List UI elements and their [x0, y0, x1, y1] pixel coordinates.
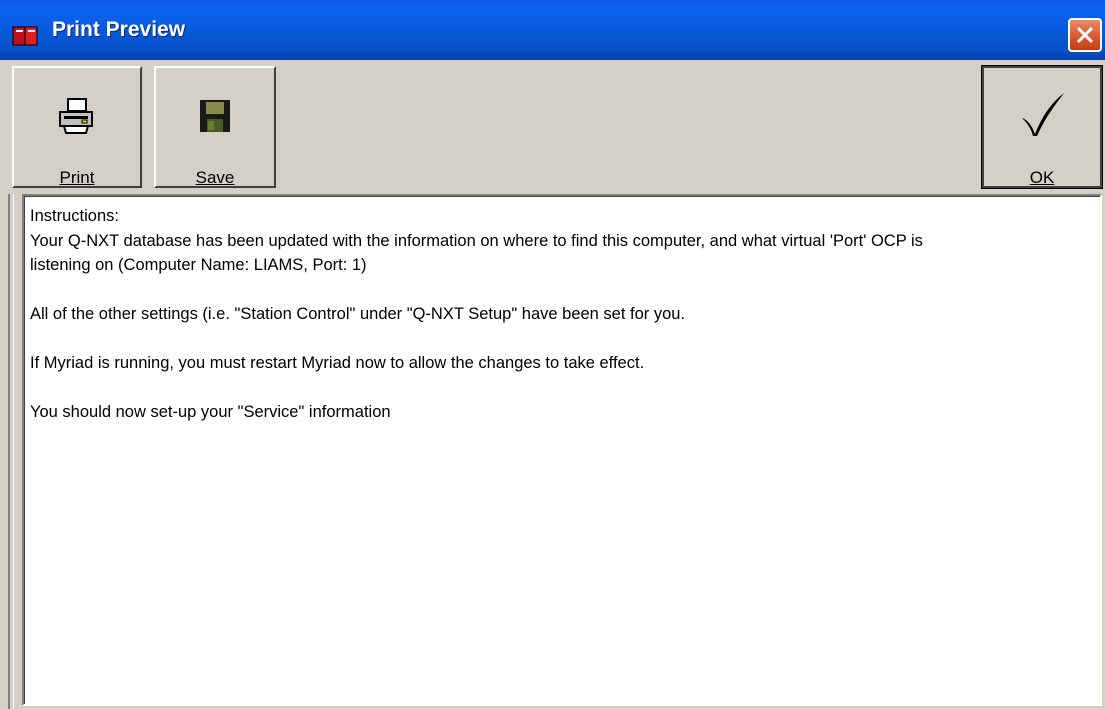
ok-button[interactable]: OK: [981, 65, 1103, 189]
print-button[interactable]: Print: [12, 66, 142, 188]
text-line: If Myriad is running, you must restart M…: [30, 354, 645, 372]
floppy-disk-icon: [198, 98, 232, 139]
print-button-label: Print: [59, 168, 95, 187]
save-button-label: Save: [195, 168, 235, 187]
preview-text: Instructions: Your Q-NXT database has bee…: [30, 204, 1094, 425]
checkmark-icon: [1018, 90, 1068, 145]
print-preview-window: Print Preview Print Save OK Instructions…: [0, 0, 1105, 709]
frame-edge: [8, 194, 14, 709]
title-bar[interactable]: Print Preview: [0, 0, 1105, 60]
preview-text-area[interactable]: Instructions: Your Q-NXT database has bee…: [22, 194, 1102, 706]
window-title: Print Preview: [52, 18, 186, 41]
ok-button-label: OK: [1029, 168, 1055, 187]
text-line: listening on (Computer Name: LIAMS, Port…: [30, 256, 367, 274]
text-line: Your Q-NXT database has been updated wit…: [30, 231, 923, 250]
text-line: All of the other settings (i.e. "Station…: [30, 305, 686, 323]
text-line: You should now set-up your "Service" inf…: [30, 403, 391, 421]
book-icon: [12, 25, 40, 47]
save-button[interactable]: Save: [154, 66, 276, 188]
text-line: Instructions:: [30, 207, 119, 225]
close-icon: [1076, 26, 1094, 44]
printer-icon: [56, 96, 96, 141]
toolbar: Print Save OK: [0, 60, 1105, 190]
close-button[interactable]: [1068, 18, 1102, 52]
